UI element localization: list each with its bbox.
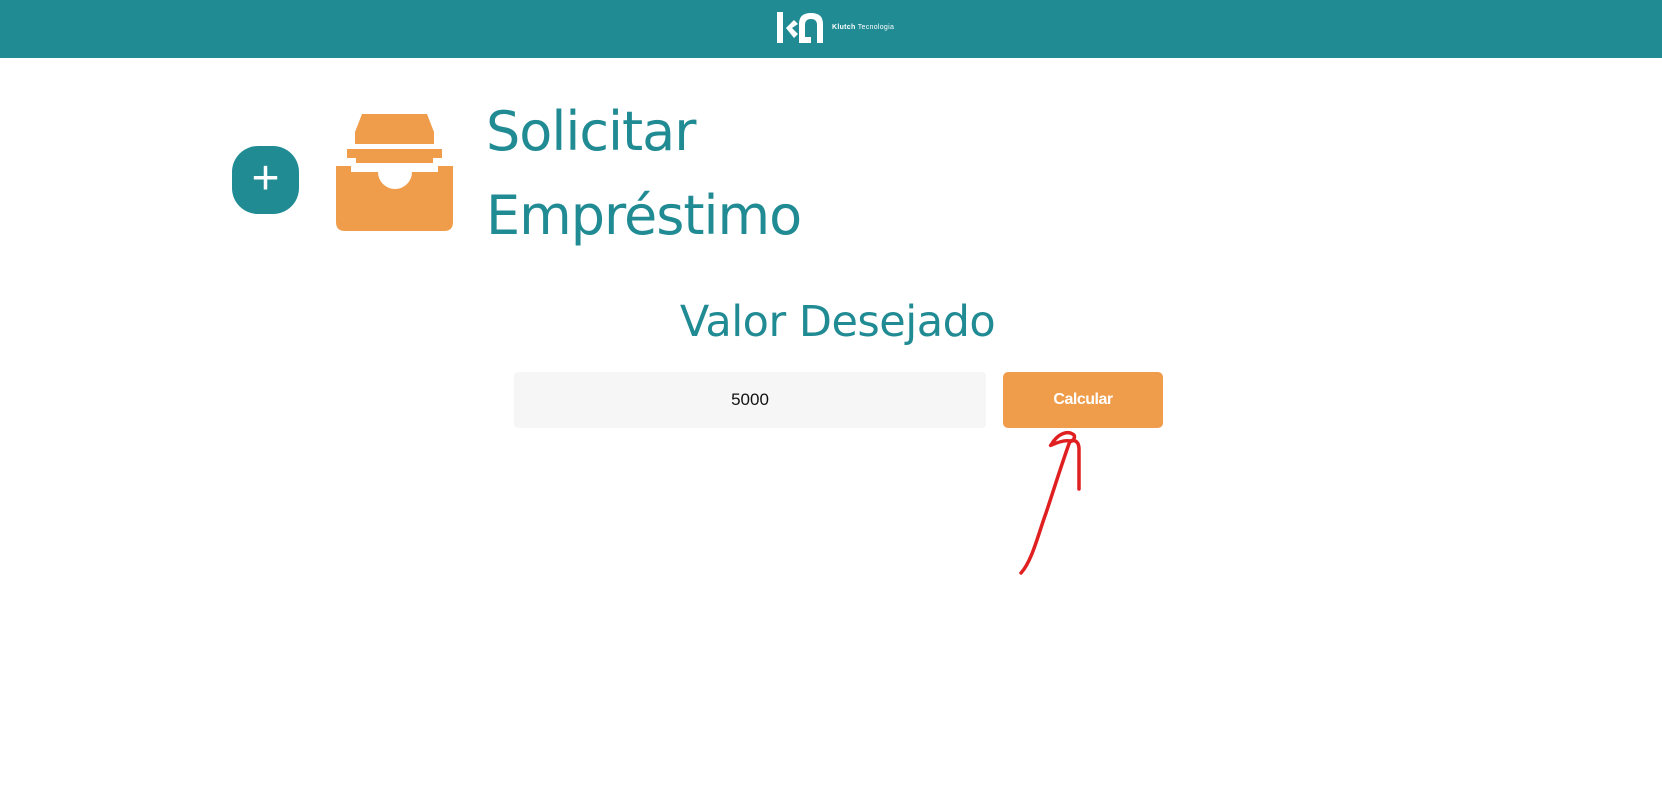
brand-logo[interactable]: Klutch Tecnologia xyxy=(777,12,894,43)
kn-logo-icon xyxy=(777,12,823,43)
brand-name: Klutch xyxy=(832,24,856,31)
brand-suffix: Tecnologia xyxy=(857,24,895,31)
top-bar: Klutch Tecnologia xyxy=(0,0,1662,58)
inbox-icon xyxy=(336,114,453,231)
page-title: Solicitar Empréstimo xyxy=(486,90,802,258)
page-title-line-1: Solicitar xyxy=(486,100,696,163)
add-button[interactable]: + xyxy=(232,146,299,214)
amount-input[interactable] xyxy=(514,372,986,428)
amount-label: Valor Desejado xyxy=(679,297,996,347)
page-title-line-2: Empréstimo xyxy=(486,184,802,247)
plus-icon: + xyxy=(251,152,280,205)
brand-text: Klutch Tecnologia xyxy=(832,24,894,31)
calculate-button[interactable]: Calcular xyxy=(1003,372,1163,428)
hand-drawn-arrow xyxy=(1019,431,1081,575)
